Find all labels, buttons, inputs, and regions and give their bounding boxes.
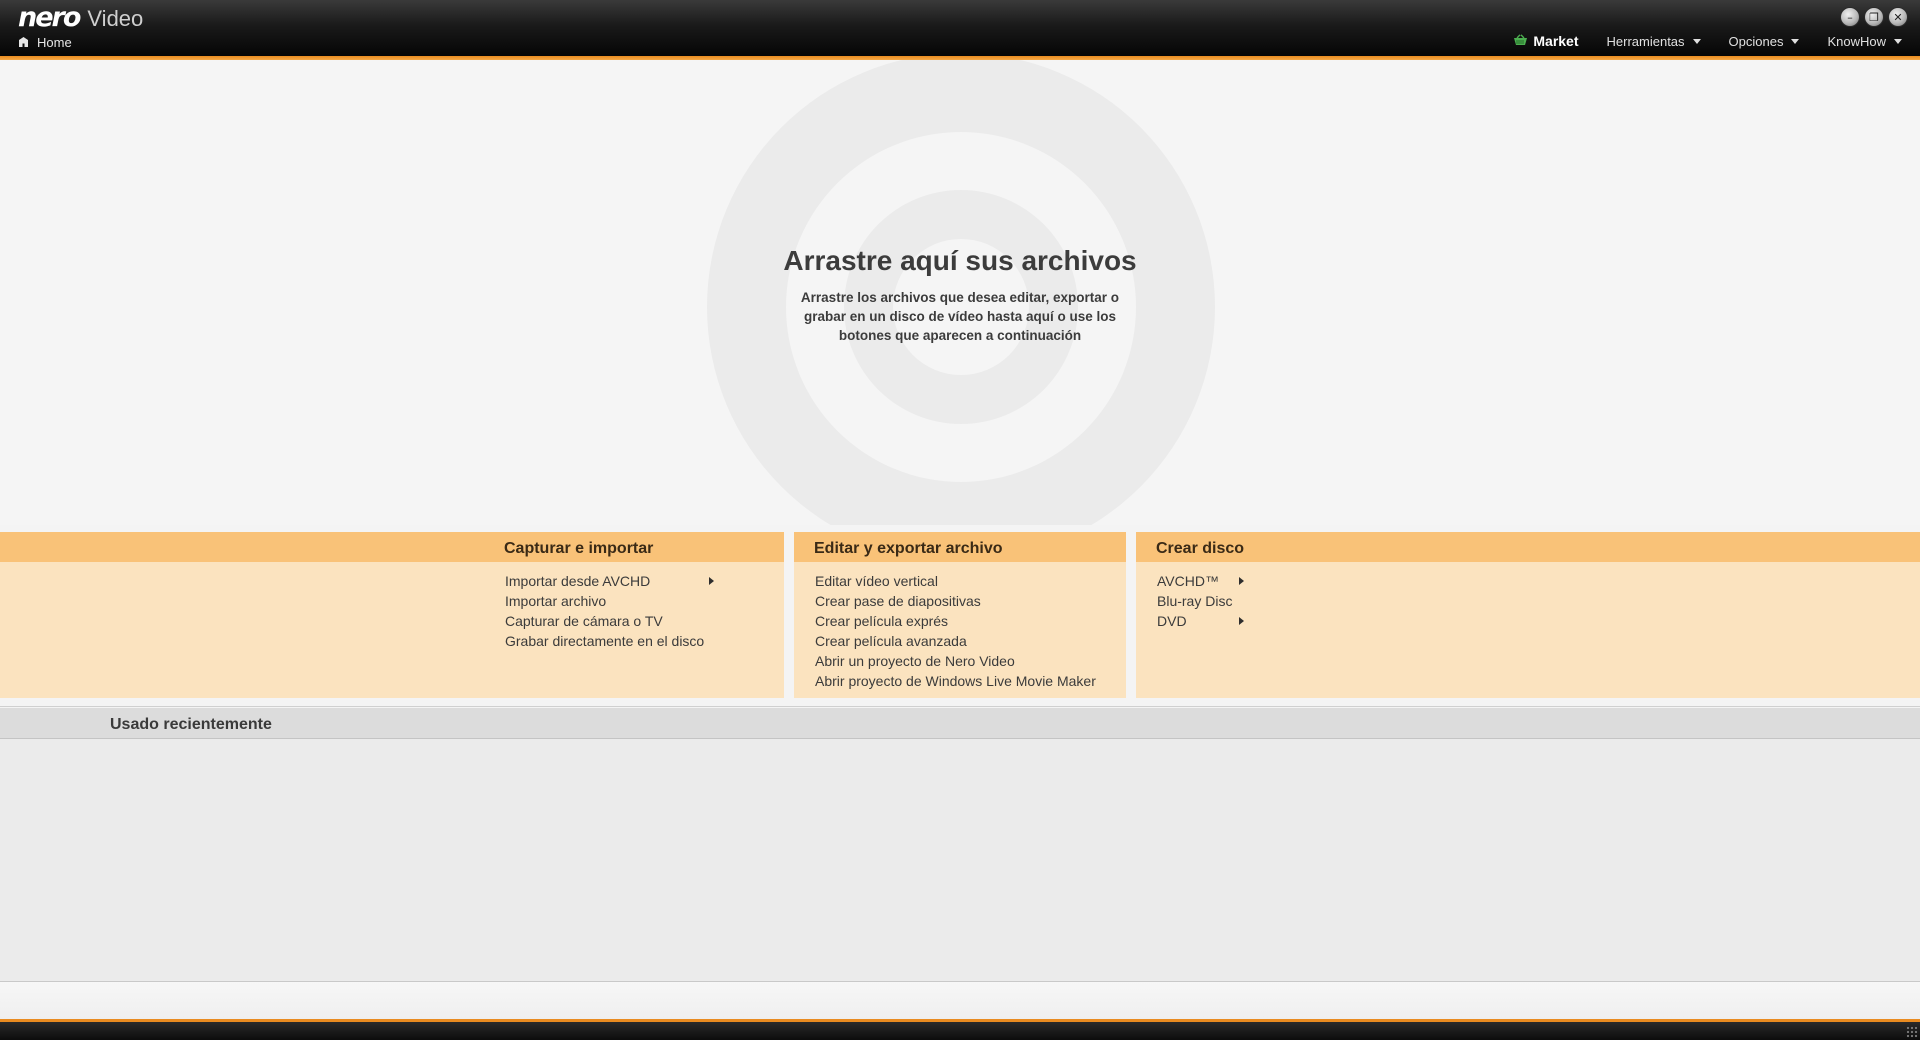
menu-knowhow[interactable]: KnowHow xyxy=(1827,34,1902,49)
panel-title: Editar y exportar archivo xyxy=(814,540,1003,557)
title-bar: nero Video Home – ❐ ✕ Market Herramienta… xyxy=(0,0,1920,56)
action-disc-avchd[interactable]: AVCHD™ xyxy=(1157,571,1232,591)
action-express-movie[interactable]: Crear película exprés xyxy=(815,611,1096,631)
chevron-down-icon xyxy=(1894,38,1902,44)
action-label: Crear pase de diapositivas xyxy=(815,593,981,609)
drop-zone-title: Arrastre aquí sus archivos xyxy=(783,245,1137,276)
file-drop-zone[interactable]: Arrastre aquí sus archivos Arrastre los … xyxy=(0,60,1920,525)
menu-herramientas-label: Herramientas xyxy=(1606,33,1685,49)
recent-items-area xyxy=(0,739,1920,982)
close-button[interactable]: ✕ xyxy=(1888,7,1908,27)
panel-edit-export: Editar y exportar archivo Editar vídeo v… xyxy=(794,532,1126,698)
restore-icon: ❐ xyxy=(1869,10,1879,24)
action-edit-vertical-video[interactable]: Editar vídeo vertical xyxy=(815,571,1096,591)
action-disc-bluray[interactable]: Blu-ray Disc xyxy=(1157,591,1232,611)
chevron-down-icon xyxy=(1791,38,1800,44)
action-label: Abrir proyecto de Windows Live Movie Mak… xyxy=(815,673,1096,689)
chevron-down-icon xyxy=(1692,38,1701,44)
panel-title: Capturar e importar xyxy=(504,540,654,557)
product-name: Video xyxy=(87,6,144,31)
action-disc-dvd[interactable]: DVD xyxy=(1157,611,1232,631)
menu-knowhow-label: KnowHow xyxy=(1827,33,1886,49)
action-capture-camera-tv[interactable]: Capturar de cámara o TV xyxy=(505,611,704,631)
action-label: Importar archivo xyxy=(505,593,607,609)
home-icon xyxy=(18,36,29,48)
market-label: Market xyxy=(1533,33,1579,49)
submenu-arrow-icon xyxy=(1239,617,1244,625)
action-label: Grabar directamente en el disco xyxy=(505,633,705,649)
bottom-area xyxy=(0,982,1920,1019)
panel-create-disc: Crear disco AVCHD™ Blu-ray Disc DVD xyxy=(1136,532,1920,698)
action-label: Crear película exprés xyxy=(815,613,949,629)
restore-button[interactable]: ❐ xyxy=(1864,7,1884,27)
status-bar xyxy=(0,1022,1920,1040)
action-label: AVCHD™ xyxy=(1157,573,1219,589)
action-label: Abrir un proyecto de Nero Video xyxy=(815,653,1015,669)
action-label: Capturar de cámara o TV xyxy=(505,613,663,629)
home-nav-button[interactable]: Home xyxy=(18,33,72,51)
basket-icon xyxy=(1513,33,1528,49)
action-open-nero-project[interactable]: Abrir un proyecto de Nero Video xyxy=(815,651,1096,671)
panel-header xyxy=(0,532,784,562)
action-record-to-disc[interactable]: Grabar directamente en el disco xyxy=(505,631,704,651)
panel-capture-import: Capturar e importar Importar desde AVCHD… xyxy=(0,532,784,698)
menu-herramientas[interactable]: Herramientas xyxy=(1607,34,1701,49)
market-button[interactable]: Market xyxy=(1513,33,1579,49)
action-advanced-movie[interactable]: Crear película avanzada xyxy=(815,631,1096,651)
action-open-wlmm-project[interactable]: Abrir proyecto de Windows Live Movie Mak… xyxy=(815,671,1096,691)
action-label: Crear película avanzada xyxy=(815,633,967,649)
action-import-file[interactable]: Importar archivo xyxy=(505,591,704,611)
action-label: DVD xyxy=(1157,613,1187,629)
action-list: Importar desde AVCHD Importar archivo Ca… xyxy=(505,571,704,651)
nero-logo: nero xyxy=(18,2,81,33)
recent-header: Usado recientemente xyxy=(0,708,1920,739)
app-brand: nero Video xyxy=(18,2,144,33)
drop-zone-subtitle: Arrastre los archivos que desea editar, … xyxy=(800,290,1120,343)
action-panels: Capturar e importar Importar desde AVCHD… xyxy=(0,532,1920,700)
menu-opciones-label: Opciones xyxy=(1728,33,1784,49)
close-icon: ✕ xyxy=(1893,10,1903,24)
top-menu: Market Herramientas Opciones KnowHow xyxy=(1513,33,1902,49)
resize-grip[interactable] xyxy=(1906,1026,1918,1038)
menu-opciones[interactable]: Opciones xyxy=(1729,34,1800,49)
window-controls: – ❐ ✕ xyxy=(1840,7,1908,27)
action-label: Blu-ray Disc xyxy=(1157,593,1233,609)
recent-separator xyxy=(0,706,1920,707)
action-label: Editar vídeo vertical xyxy=(815,573,938,589)
action-import-avchd[interactable]: Importar desde AVCHD xyxy=(505,571,704,591)
action-create-slideshow[interactable]: Crear pase de diapositivas xyxy=(815,591,1096,611)
panel-title: Crear disco xyxy=(1156,540,1245,557)
submenu-arrow-icon xyxy=(709,577,714,585)
minimize-button[interactable]: – xyxy=(1840,7,1860,27)
panel-header xyxy=(1136,532,1920,562)
action-label: Importar desde AVCHD xyxy=(505,573,651,589)
submenu-arrow-icon xyxy=(1239,577,1244,585)
action-list: AVCHD™ Blu-ray Disc DVD xyxy=(1157,571,1232,631)
recent-title: Usado recientemente xyxy=(110,716,272,733)
home-label: Home xyxy=(37,34,72,50)
minimize-icon: – xyxy=(1847,10,1853,24)
action-list: Editar vídeo vertical Crear pase de diap… xyxy=(815,571,1096,691)
